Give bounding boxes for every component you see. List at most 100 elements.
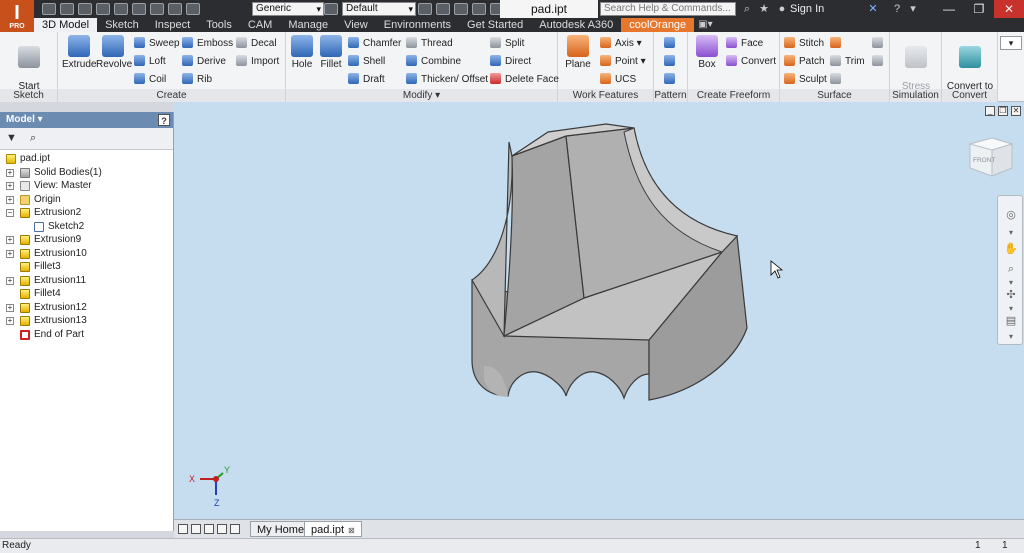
cascade-icon[interactable] — [204, 524, 214, 534]
point-button[interactable]: Point ▾ — [600, 55, 646, 68]
viewport-restore-icon[interactable]: ❐ — [998, 106, 1008, 116]
tree-item[interactable]: + View: Master — [0, 179, 173, 193]
search-input[interactable]: Search Help & Commands... — [600, 2, 736, 16]
browser-help-icon[interactable]: ? — [158, 114, 170, 126]
graphics-viewport[interactable]: X Y Z — [174, 102, 998, 519]
tab-inspect[interactable]: Inspect — [147, 18, 198, 32]
tab-3d-model[interactable]: 3D Model — [34, 18, 98, 32]
tree-item[interactable]: Fillet3 — [0, 260, 173, 274]
navbar-customize-icon[interactable]: ▾ — [1004, 330, 1018, 344]
plane-button[interactable]: Plane — [562, 35, 594, 70]
combine-button[interactable]: Combine — [406, 55, 461, 68]
fillet-button[interactable]: Fillet — [316, 35, 346, 70]
axis-button[interactable]: Axis ▾ — [600, 37, 642, 50]
filter-icon[interactable]: ▼ — [6, 132, 17, 144]
tab-cam[interactable]: CAM — [240, 18, 280, 32]
split-button[interactable]: Split — [490, 37, 524, 50]
tile-vertical-icon[interactable] — [191, 524, 201, 534]
thicken-offset-button[interactable]: Thicken/ Offset — [406, 73, 488, 86]
draft-button[interactable]: Draft — [348, 73, 385, 86]
tree-expander-icon[interactable]: + — [6, 276, 14, 285]
tree-item[interactable]: + Extrusion12 — [0, 301, 173, 315]
star-icon[interactable]: ★ — [757, 2, 771, 16]
tree-item[interactable]: + Extrusion10 — [0, 247, 173, 261]
redo-icon[interactable] — [114, 3, 128, 15]
sign-in-button[interactable]: Sign In — [790, 2, 824, 16]
close-icon[interactable]: ✕ — [994, 0, 1024, 18]
appearance-dropdown[interactable]: Default — [342, 2, 416, 16]
tab-pad-ipt[interactable]: pad.ipt ⊠ — [304, 521, 362, 537]
tree-item[interactable]: + Origin — [0, 193, 173, 207]
viewport-minimize-icon[interactable]: _ — [985, 106, 995, 116]
derive-button[interactable]: Derive — [182, 55, 226, 68]
tree-expander-icon[interactable]: + — [6, 303, 14, 312]
rib-button[interactable]: Rib — [182, 73, 212, 86]
view-face-icon[interactable]: ▤ — [1004, 314, 1018, 328]
tab-environments[interactable]: Environments — [376, 18, 459, 32]
revolve-button[interactable]: Revolve — [96, 35, 132, 70]
tab-close-icon[interactable]: ⊠ — [348, 526, 355, 535]
direct-button[interactable]: Direct — [490, 55, 531, 68]
help-icon[interactable]: ? — [890, 2, 904, 16]
tree-item[interactable]: Fillet4 — [0, 287, 173, 301]
home-icon[interactable] — [132, 3, 146, 15]
face-button[interactable]: Face — [726, 37, 763, 50]
extend-surface-button[interactable] — [830, 37, 845, 50]
binoculars-icon[interactable]: ⌕ — [740, 2, 754, 16]
tree-expander-icon[interactable]: + — [6, 236, 14, 244]
patch-button[interactable]: Patch — [784, 55, 825, 68]
tab-sketch[interactable]: Sketch — [97, 18, 147, 32]
circular-pattern-button[interactable] — [664, 55, 679, 68]
tree-expander-icon[interactable]: + — [6, 182, 14, 190]
tree-item[interactable]: − Extrusion2 — [0, 206, 173, 220]
delete-face-button[interactable]: Delete Face — [490, 73, 559, 86]
tree-item[interactable]: + Extrusion11 — [0, 274, 173, 288]
app-logo[interactable]: I PRO — [0, 0, 34, 32]
tab-my-home[interactable]: My Home — [250, 521, 312, 537]
user-icon[interactable]: ● — [775, 2, 789, 16]
tree-expander-icon[interactable]: + — [6, 249, 14, 258]
trim-button[interactable]: Trim — [830, 55, 865, 68]
clear-override-icon[interactable] — [436, 3, 450, 15]
tab-manage[interactable]: Manage — [280, 18, 336, 32]
stitch-button[interactable]: Stitch — [784, 37, 824, 50]
restore-icon[interactable]: ❐ — [964, 0, 994, 18]
tree-item[interactable]: pad.ipt — [0, 152, 173, 166]
steering-wheel-icon[interactable]: ◎ — [1004, 208, 1018, 222]
exchange-icon[interactable]: ✕ — [866, 2, 880, 16]
viewport-close-icon[interactable]: ✕ — [1011, 106, 1021, 116]
chamfer-button[interactable]: Chamfer — [348, 37, 401, 50]
orbit-icon[interactable]: ✣ — [1004, 288, 1018, 302]
rectangular-pattern-button[interactable] — [664, 37, 679, 50]
arrange-icon[interactable] — [217, 524, 227, 534]
viewcube-front-label[interactable]: FRONT — [973, 157, 995, 164]
shell-button[interactable]: Shell — [348, 55, 385, 68]
viewcube[interactable]: FRONT — [966, 130, 1016, 180]
tree-expander-icon[interactable]: − — [6, 209, 14, 217]
decal-button[interactable]: Decal — [236, 37, 277, 50]
sculpt-button[interactable]: Sculpt — [784, 73, 827, 86]
update-icon[interactable] — [150, 3, 164, 15]
help-dropdown-icon[interactable]: ▾ — [906, 2, 920, 16]
tree-item[interactable]: Sketch2 — [0, 220, 173, 234]
tree-item[interactable]: + Extrusion13 — [0, 314, 173, 328]
new-file-icon[interactable] — [42, 3, 56, 15]
mirror-button[interactable] — [664, 73, 679, 86]
thread-button[interactable]: Thread — [406, 37, 453, 50]
adjust-icon[interactable] — [418, 3, 432, 15]
tree-expander-icon[interactable]: + — [6, 168, 14, 177]
zoom-icon[interactable]: ⌕ — [1004, 262, 1018, 276]
tab-view[interactable]: View — [336, 18, 376, 32]
material-dropdown[interactable]: Generic — [252, 2, 324, 16]
convert-button[interactable]: Convert — [726, 55, 776, 68]
tree-item[interactable]: + Solid Bodies(1) — [0, 166, 173, 180]
tab-get-started[interactable]: Get Started — [459, 18, 531, 32]
save-icon[interactable] — [78, 3, 92, 15]
boundary-patch-button[interactable] — [872, 55, 887, 68]
function-icon[interactable] — [454, 3, 468, 15]
emboss-button[interactable]: Emboss — [182, 37, 233, 50]
part-model[interactable]: X Y Z — [174, 102, 998, 519]
select-icon[interactable] — [168, 3, 182, 15]
sweep-button[interactable]: Sweep — [134, 37, 180, 50]
pan-icon[interactable]: ✋ — [1004, 242, 1018, 256]
